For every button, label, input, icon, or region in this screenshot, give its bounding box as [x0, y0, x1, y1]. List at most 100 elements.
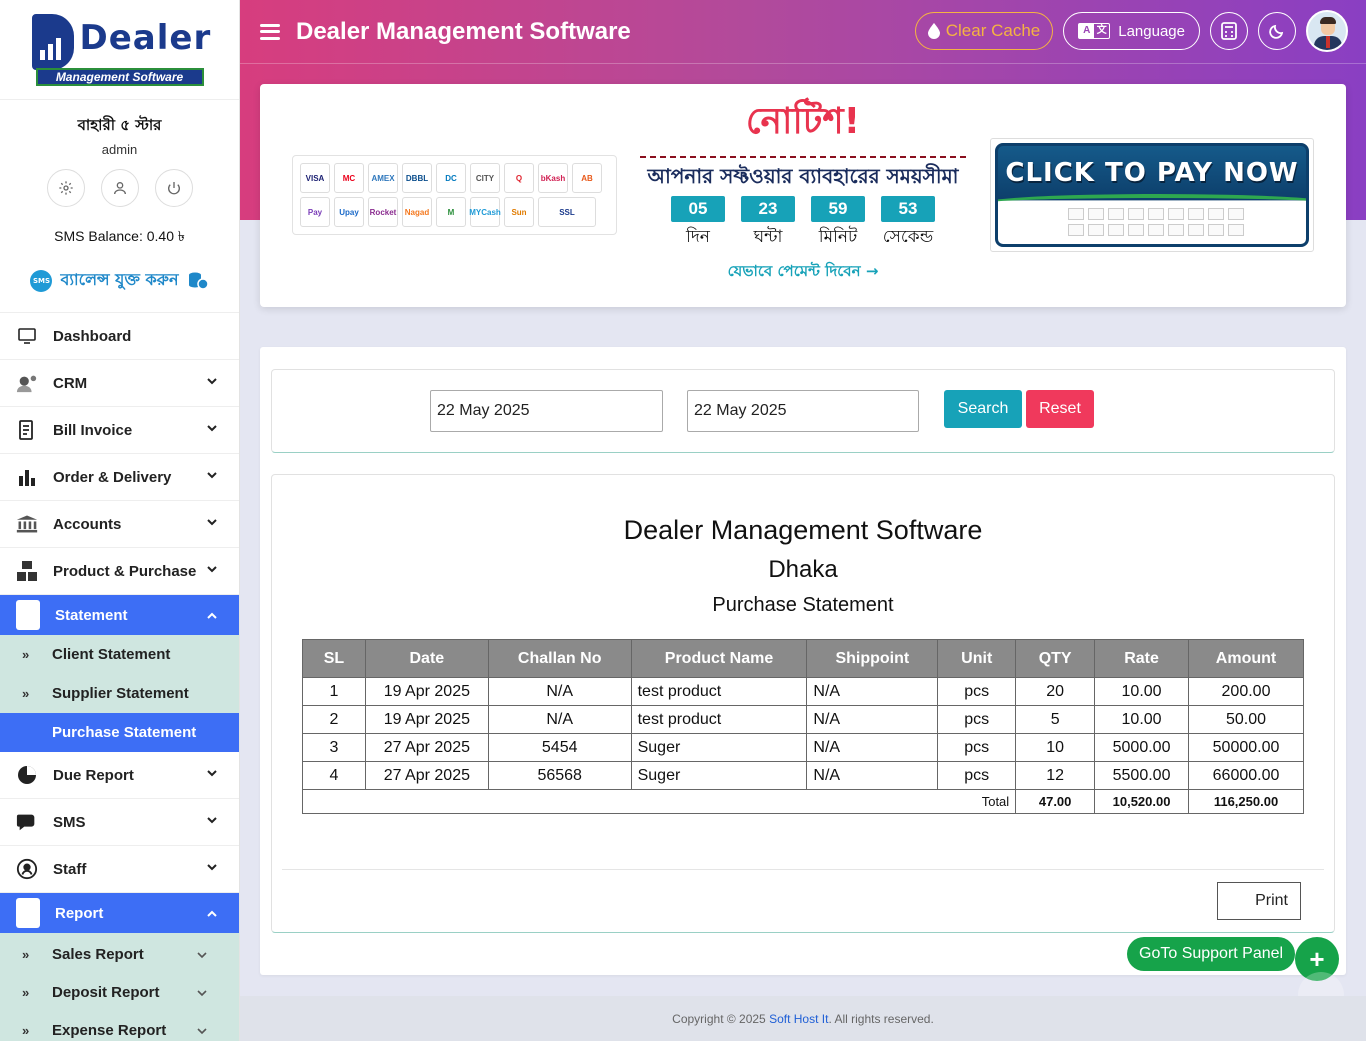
table-cell: 3: [302, 733, 366, 762]
sidebar-item-sms[interactable]: SMS: [0, 799, 239, 846]
reset-button[interactable]: Reset: [1026, 390, 1094, 428]
payment-logo: Nagad: [402, 197, 432, 227]
dark-mode-button[interactable]: [1258, 12, 1296, 50]
avatar[interactable]: [1306, 10, 1348, 52]
report-city: Dhaka: [768, 556, 838, 583]
table-cell: 50000.00: [1188, 733, 1304, 762]
translate-icon-b: 文: [1096, 25, 1107, 36]
table-cell: 5454: [487, 733, 632, 762]
column-header: QTY: [1015, 639, 1096, 678]
sidebar-item-accounts[interactable]: Accounts: [0, 501, 239, 548]
sidebar-item-product-purchase[interactable]: Product & Purchase: [0, 548, 239, 595]
from-date-input[interactable]: [430, 390, 663, 432]
chevron-down-icon: [197, 952, 207, 959]
support-panel-button[interactable]: GoTo Support Panel: [1127, 937, 1296, 971]
purchase-statement-table: SL Date Challan No Product Name Shippoin…: [301, 639, 1304, 814]
sidebar-item-label: CRM: [53, 374, 88, 392]
table-cell: 200.00: [1188, 677, 1304, 706]
payment-logo: VISA: [300, 163, 330, 193]
sidebar-subitem-supplier-statement[interactable]: » Supplier Statement: [0, 674, 239, 713]
subitem-label: Sales Report: [52, 945, 144, 963]
sidebar-item-statement[interactable]: Statement: [0, 595, 239, 635]
logo-subtitle: Management Software: [35, 67, 204, 86]
bank-icon: [16, 513, 38, 535]
sidebar-item-crm[interactable]: CRM: [0, 360, 239, 407]
sidebar-item-label: Order & Delivery: [53, 468, 172, 486]
sidebar-item-label: Product & Purchase: [53, 562, 197, 580]
monitor-icon: [16, 325, 38, 347]
table-row: 2 19 Apr 2025 N/A test product N/A pcs 5 10.00 5…: [302, 705, 1304, 734]
table-cell: 20: [1015, 677, 1096, 706]
footer-link[interactable]: Soft Host It: [769, 1012, 828, 1026]
table-cell: 10.00: [1094, 705, 1190, 734]
chevron-down-icon: [207, 378, 217, 385]
click-to-pay-banner[interactable]: CLICK TO PAY NOW: [990, 138, 1314, 252]
sidebar: Dealer Management Software বাহারী ৫ স্টা…: [0, 0, 240, 1041]
sidebar-subitem-expense-report[interactable]: » Expense Report: [0, 1011, 239, 1041]
report-company: Dealer Management Software: [623, 515, 983, 545]
sidebar-item-staff[interactable]: Staff: [0, 846, 239, 893]
notice-title: নোটিশ!: [640, 94, 966, 158]
sidebar-item-label: Statement: [55, 606, 128, 624]
table-row: 1 19 Apr 2025 N/A test product N/A pcs 20 10.00…: [302, 677, 1304, 706]
countdown-label: দিন: [686, 227, 710, 247]
payment-logo: Sun: [504, 197, 534, 227]
chevron-down-icon: [207, 425, 217, 432]
settings-button[interactable]: [46, 169, 85, 207]
to-date-input[interactable]: [687, 390, 919, 432]
table-cell: 1: [302, 677, 366, 706]
sidebar-subitem-deposit-report[interactable]: » Deposit Report: [0, 973, 239, 1011]
clear-cache-label: Clear Cache: [945, 21, 1041, 40]
table-cell: 5: [1015, 705, 1096, 734]
language-button[interactable]: A文 Language: [1063, 12, 1200, 50]
coins-icon: [188, 272, 209, 290]
total-rate: 10,520.00: [1094, 789, 1190, 814]
payment-logo: Upay: [334, 197, 364, 227]
column-header: Date: [364, 639, 489, 678]
power-icon: [167, 182, 180, 195]
pie-chart-icon: [16, 764, 38, 786]
main-content: Search Reset Dealer Management Software …: [260, 347, 1346, 975]
countdown-value: 23: [741, 196, 795, 222]
sidebar-subitem-sales-report[interactable]: » Sales Report: [0, 935, 239, 973]
countdown-value: 59: [811, 196, 865, 222]
payment-logo: SSL: [538, 197, 596, 227]
total-qty: 47.00: [1015, 789, 1096, 814]
double-chevron-icon: »: [22, 647, 30, 662]
chevron-up-icon: [207, 910, 217, 917]
print-button[interactable]: Print: [1217, 882, 1301, 920]
invoice-icon: [16, 419, 38, 441]
sidebar-item-label: Report: [55, 904, 104, 922]
add-balance-link[interactable]: SMS ব্যালেন্স যুক্ত করুন: [0, 267, 239, 313]
sidebar-item-bill-invoice[interactable]: Bill Invoice: [0, 407, 239, 454]
sidebar-item-dashboard[interactable]: Dashboard: [0, 313, 239, 360]
countdown: 05 দিন 23 ঘন্টা 59 মিনিট 53 সেকেন্ড: [640, 196, 966, 252]
sidebar-item-report[interactable]: Report: [0, 893, 239, 933]
chevron-down-icon: [207, 519, 217, 526]
how-to-pay-link[interactable]: যেভাবে পেমেন্ট দিবেন →: [640, 260, 966, 285]
table-cell: test product: [630, 705, 808, 734]
payment-logo: Rocket: [368, 197, 398, 227]
table-row: 3 27 Apr 2025 5454 Suger N/A pcs 10 5000.00 5000…: [302, 733, 1304, 762]
clear-cache-button[interactable]: Clear Cache: [914, 12, 1054, 50]
profile-button[interactable]: [100, 169, 139, 207]
column-header: SL: [302, 639, 366, 678]
subitem-label: Client Statement: [52, 646, 171, 663]
hamburger-menu-icon[interactable]: [260, 23, 280, 40]
droplet-icon: [927, 23, 940, 39]
sidebar-item-order-delivery[interactable]: Order & Delivery: [0, 454, 239, 501]
brand-logo[interactable]: Dealer Management Software: [0, 0, 239, 100]
table-cell: 10: [1015, 733, 1096, 762]
sidebar-subitem-purchase-statement[interactable]: Purchase Statement: [0, 713, 239, 752]
report-icon: [16, 898, 40, 928]
sidebar-item-due-report[interactable]: Due Report: [0, 752, 239, 799]
sidebar-subitem-client-statement[interactable]: » Client Statement: [0, 635, 239, 674]
table-cell: 5000.00: [1094, 733, 1190, 762]
filter-card: Search Reset: [271, 369, 1335, 453]
chevron-down-icon: [207, 817, 217, 824]
calculator-button[interactable]: [1210, 12, 1248, 50]
table-cell: 56568: [487, 761, 632, 790]
search-button[interactable]: Search: [944, 390, 1022, 428]
payment-methods: VISA MC AMEX DBBL DC CITY QbKash AB Pay Upay Rocke…: [292, 155, 617, 235]
logout-button[interactable]: [154, 169, 193, 207]
